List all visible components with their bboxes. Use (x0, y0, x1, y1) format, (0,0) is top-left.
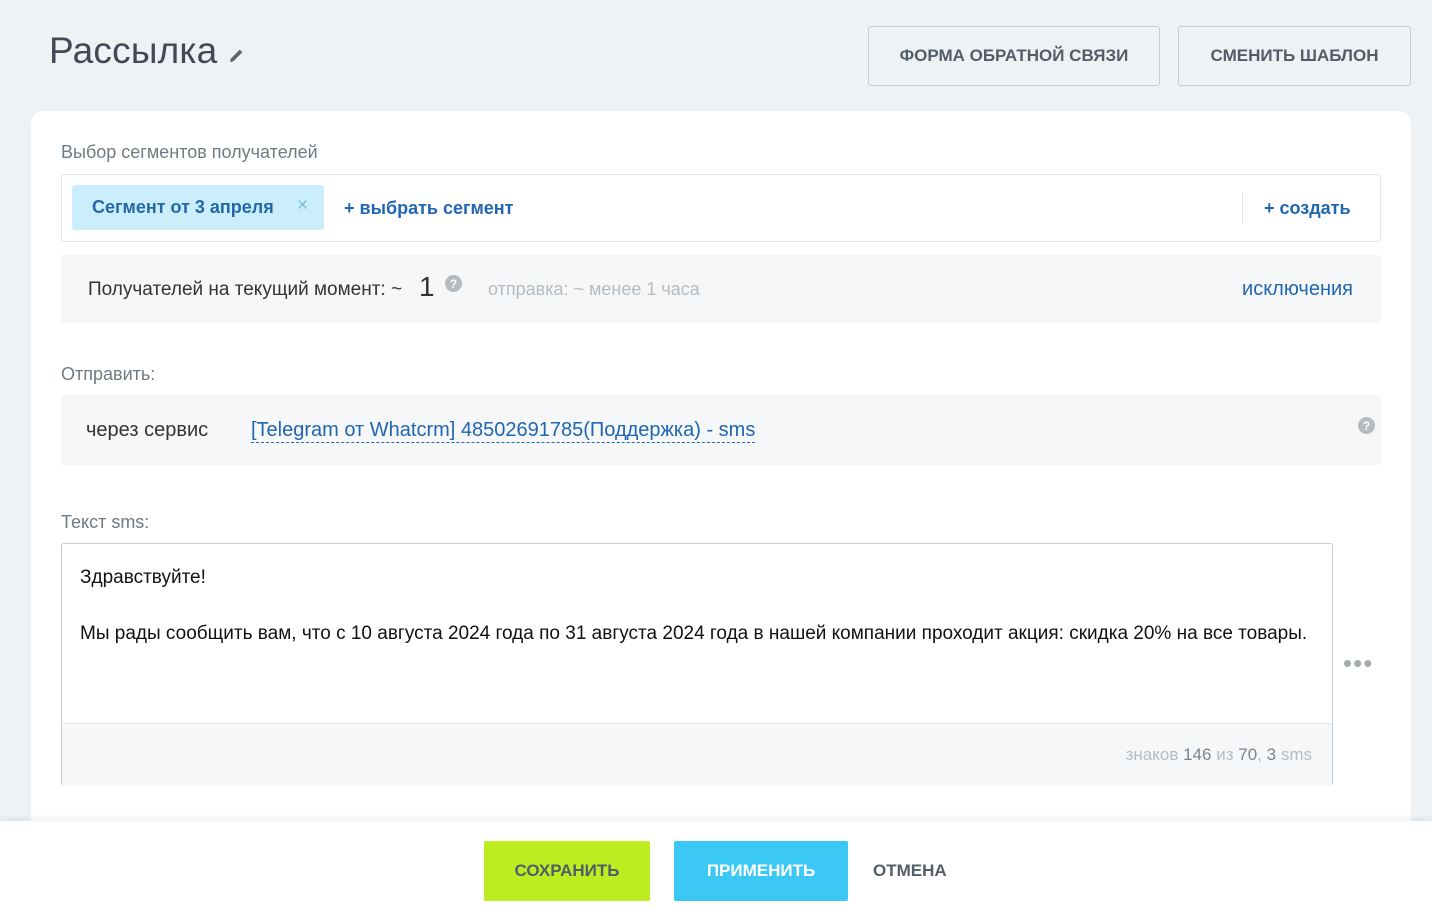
segments-label: Выбор сегментов получателей (61, 142, 318, 162)
sms-text-label: Текст sms: (61, 512, 150, 532)
send-service-prefix: через сервис (86, 419, 209, 441)
page-header: Рассылка ФОРМА ОБРАТНОЙ СВЯЗИ СМЕНИТЬ ША… (0, 0, 1432, 110)
send-label: Отправить: (61, 364, 156, 384)
segments-selector: Сегмент от 3 апреля × + выбрать сегмент … (61, 174, 1381, 242)
counter-sms-count: 3 (1266, 745, 1277, 764)
counter-sep: , (1257, 745, 1262, 764)
apply-button[interactable]: ПРИМЕНИТЬ (674, 841, 848, 901)
recipients-count: 1 (419, 271, 435, 302)
create-segment-link[interactable]: + создать (1264, 198, 1351, 219)
help-icon[interactable]: ? (1358, 417, 1375, 434)
sms-text-input[interactable]: Здравствуйте! Мы рады сообщить вам, что … (62, 544, 1332, 722)
recipients-label: Получателей на текущий момент: ~ (88, 279, 403, 300)
help-icon[interactable]: ? (445, 275, 462, 292)
change-template-button[interactable]: СМЕНИТЬ ШАБЛОН (1178, 26, 1411, 86)
mailing-form-card: Выбор сегментов получателей Сегмент от 3… (31, 111, 1411, 871)
counter-prefix: знаков (1125, 745, 1179, 764)
sms-char-counter: знаков 146 из 70, 3 sms (1126, 745, 1312, 765)
counter-suffix: sms (1280, 745, 1312, 764)
exclusions-link[interactable]: исключения (1242, 278, 1353, 301)
send-eta: отправка: ~ менее 1 часа (488, 279, 700, 299)
sms-editor: Здравствуйте! Мы рады сообщить вам, что … (61, 543, 1333, 786)
feedback-form-button[interactable]: ФОРМА ОБРАТНОЙ СВЯЗИ (868, 26, 1160, 86)
cancel-button[interactable]: ОТМЕНА (868, 841, 952, 901)
segment-chip-label: Сегмент от 3 апреля (92, 197, 274, 217)
counter-of: из (1216, 745, 1234, 764)
pencil-icon[interactable] (226, 45, 248, 67)
divider (1242, 192, 1243, 224)
remove-segment-icon[interactable]: × (297, 195, 308, 217)
select-segment-link[interactable]: + выбрать сегмент (344, 198, 514, 219)
page-title: Рассылка (49, 30, 218, 71)
send-service-link[interactable]: [Telegram от Whatcrm] 48502691785(Поддер… (251, 419, 756, 443)
send-service-box: через сервис [Telegram от Whatcrm] 48502… (61, 395, 1381, 465)
counter-limit: 70 (1238, 745, 1258, 764)
save-button[interactable]: СОХРАНИТЬ (484, 841, 650, 901)
bottom-action-bar: СОХРАНИТЬ ПРИМЕНИТЬ ОТМЕНА (0, 821, 1432, 918)
sms-editor-footer: знаков 146 из 70, 3 sms (62, 723, 1332, 786)
recipients-summary: Получателей на текущий момент: ~ 1 ? отп… (61, 255, 1381, 323)
counter-chars: 146 (1183, 745, 1212, 764)
segment-chip[interactable]: Сегмент от 3 апреля × (72, 185, 324, 230)
more-options-icon[interactable]: ••• (1343, 650, 1373, 676)
